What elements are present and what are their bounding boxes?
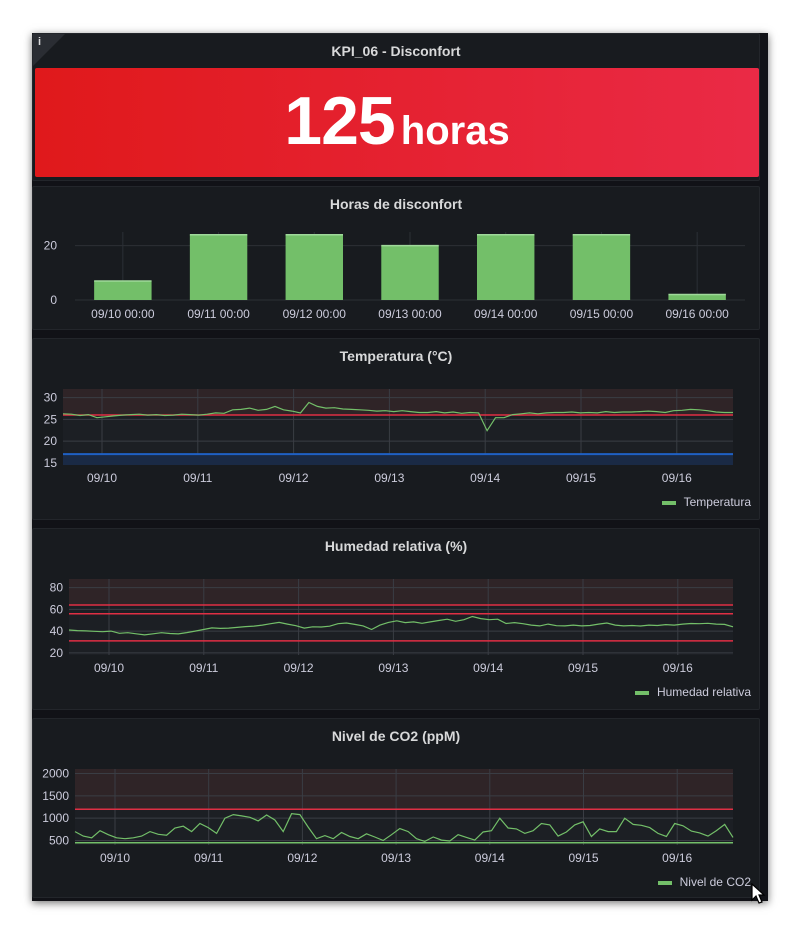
y-tick-label: 2000 — [42, 766, 69, 780]
alert-zone — [75, 769, 733, 810]
y-tick-label: 15 — [44, 456, 58, 470]
plot-area — [69, 605, 733, 655]
humidity-chart: 20 40 60 80 09/10 09/11 09/12 09/13 09/14 09/15 09… — [50, 579, 734, 675]
x-tick-label: 09/10 — [87, 471, 117, 485]
x-tick-label: 09/10 00:00 — [91, 307, 155, 321]
x-tick-label: 09/14 — [470, 471, 500, 485]
bar — [381, 245, 439, 300]
y-tick-label: 30 — [44, 391, 58, 405]
mouse-cursor-icon — [751, 883, 766, 904]
x-tick-label: 09/12 00:00 — [283, 307, 347, 321]
y-tick-label: 40 — [50, 624, 64, 638]
y-tick-label: 20 — [44, 239, 58, 253]
bar — [477, 234, 535, 300]
legend-label: Temperatura — [683, 495, 751, 509]
y-tick-label: 1500 — [42, 789, 69, 803]
bar — [572, 234, 631, 300]
bar — [189, 234, 248, 300]
y-tick-label: 60 — [50, 602, 64, 616]
legend-swatch — [657, 880, 672, 885]
x-tick-label: 09/13 00:00 — [378, 307, 442, 321]
x-tick-label: 09/13 — [374, 471, 404, 485]
y-tick-label: 1000 — [42, 811, 69, 825]
x-tick-label: 09/15 — [568, 661, 598, 675]
bar — [285, 234, 343, 300]
y-tick-label: 500 — [49, 834, 69, 848]
legend-humidity[interactable]: Humedad relativa — [634, 685, 751, 699]
x-tick-label: 09/12 — [284, 661, 314, 675]
bar-chart: 0 20 09/10 00:00 09/11 00:00 09/12 00:00 09/1… — [44, 232, 745, 321]
plot-area — [75, 809, 733, 845]
bar — [668, 294, 726, 300]
x-tick-label: 09/14 — [475, 851, 505, 865]
stat-background: 125 horas — [35, 68, 759, 177]
temperature-chart: 15 20 25 30 09/10 09/11 09/12 09/13 09/14 09/15 09… — [44, 389, 733, 485]
y-tick-label: 20 — [50, 646, 64, 660]
x-tick-label: 09/16 00:00 — [665, 307, 729, 321]
dashboard: i KPI_06 - Disconfort 125 horas Horas de … — [32, 33, 768, 904]
x-tick-label: 09/11 00:00 — [187, 307, 250, 321]
legend-co2[interactable]: Nivel de CO2 — [657, 875, 751, 889]
bar-chart-panel: Horas de disconfort 0 20 09/10 00:00 09/11 … — [32, 186, 760, 330]
panel-title-kpi: KPI_06 - Disconfort — [331, 43, 461, 59]
stat-value: 125 — [284, 83, 395, 159]
x-tick-label: 09/11 — [183, 471, 212, 485]
x-tick-label: 09/11 — [189, 661, 218, 675]
legend-label: Nivel de CO2 — [679, 875, 751, 889]
y-tick-label: 80 — [50, 581, 64, 595]
stat-panel: i KPI_06 - Disconfort 125 horas — [32, 33, 760, 181]
x-tick-label: 09/15 00:00 — [570, 307, 634, 321]
stat-display: 125 horas — [35, 82, 759, 160]
x-tick-label: 09/16 — [662, 471, 692, 485]
co2-panel: Nivel de CO2 (ppM) 500 1000 1500 2000 09/10 0… — [32, 718, 760, 898]
co2-chart: 500 1000 1500 2000 09/10 09/11 09/12 09/13 09/14… — [42, 766, 734, 865]
x-tick-label: 09/15 — [566, 471, 596, 485]
legend-label: Humedad relativa — [656, 685, 751, 699]
y-tick-label: 20 — [44, 434, 58, 448]
alert-zone — [69, 579, 733, 606]
legend-swatch — [634, 690, 649, 695]
x-tick-label: 09/12 — [279, 471, 309, 485]
humidity-panel: Humedad relativa (%) 20 40 60 80 09/10 09/11 0… — [32, 528, 760, 710]
stat-unit: horas — [400, 109, 510, 153]
bar — [94, 280, 152, 300]
x-tick-label: 09/14 — [473, 661, 503, 675]
x-tick-label: 09/15 — [568, 851, 598, 865]
x-tick-label: 09/10 — [100, 851, 130, 865]
x-tick-label: 09/11 — [194, 851, 223, 865]
x-tick-label: 09/10 — [94, 661, 124, 675]
y-tick-label: 25 — [44, 412, 58, 426]
x-tick-label: 09/16 — [663, 661, 693, 675]
legend-temperature[interactable]: Temperatura — [661, 495, 751, 509]
y-tick-label: 0 — [50, 293, 57, 307]
threshold-zone — [63, 454, 733, 465]
x-tick-label: 09/13 — [378, 661, 408, 675]
temperature-panel: Temperatura (°C) 15 20 25 30 09/10 09/11 09/12… — [32, 338, 760, 520]
x-tick-label: 09/16 — [662, 851, 692, 865]
x-tick-label: 09/14 00:00 — [474, 307, 538, 321]
x-tick-label: 09/12 — [287, 851, 317, 865]
legend-swatch — [661, 500, 676, 505]
x-tick-label: 09/13 — [381, 851, 411, 865]
